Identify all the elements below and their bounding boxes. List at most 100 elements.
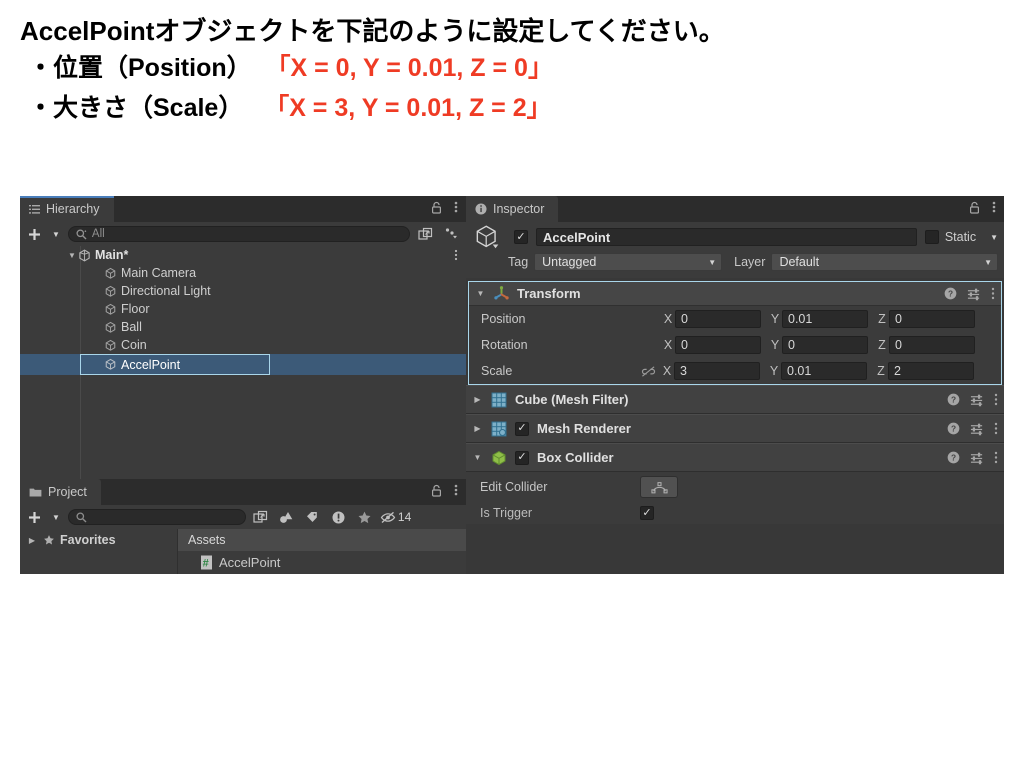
- axis-z-label: Z: [878, 338, 886, 352]
- transform-header[interactable]: ▼ Transform ?: [469, 282, 1001, 306]
- preset-settings-icon[interactable]: [970, 422, 984, 436]
- project-tree[interactable]: ▶ Favorites: [20, 529, 178, 574]
- sort-icon[interactable]: [440, 224, 462, 244]
- axis-x-label: X: [663, 338, 673, 352]
- hierarchy-item-main[interactable]: ▼ Main*: [20, 246, 466, 264]
- scale-x-input[interactable]: 3: [674, 362, 760, 380]
- scale-label: ・大きさ（Scale）: [28, 94, 244, 122]
- project-toolbar: ▼ 14: [20, 505, 466, 529]
- hierarchy-item-coin[interactable]: Coin: [20, 336, 466, 354]
- component-box-collider[interactable]: ▼ ✓ Box Collider ?: [466, 443, 1004, 472]
- hierarchy-item-main-camera[interactable]: Main Camera: [20, 264, 466, 282]
- help-icon[interactable]: ?: [947, 393, 960, 406]
- rotation-y-input[interactable]: 0: [782, 336, 868, 354]
- scale-label: Scale: [481, 364, 513, 378]
- transform-title: Transform: [517, 286, 581, 301]
- assets-breadcrumb[interactable]: Assets: [178, 529, 466, 551]
- hierarchy-item-accelpoint[interactable]: AccelPoint: [20, 354, 466, 375]
- label-filter-icon[interactable]: [302, 507, 324, 527]
- object-enabled-checkbox[interactable]: ✓: [514, 230, 528, 244]
- edit-collider-row: Edit Collider: [466, 472, 1004, 502]
- position-z-input[interactable]: 0: [889, 310, 975, 328]
- favorite-star-icon[interactable]: [354, 507, 376, 527]
- position-x-input[interactable]: 0: [675, 310, 761, 328]
- rotation-z-input[interactable]: 0: [889, 336, 975, 354]
- preset-settings-icon[interactable]: [970, 451, 984, 465]
- static-checkbox[interactable]: [924, 230, 939, 244]
- position-y-input[interactable]: 0.01: [782, 310, 868, 328]
- project-tab-icons: [431, 483, 458, 497]
- hierarchy-search-input[interactable]: All: [67, 226, 410, 242]
- expand-triangle-icon[interactable]: ▶: [26, 536, 38, 545]
- kebab-menu-icon[interactable]: [992, 200, 996, 214]
- tab-project[interactable]: Project: [20, 479, 101, 505]
- project-tabbar: Project: [20, 479, 466, 505]
- gameobject-cube-icon: [104, 267, 117, 280]
- tab-hierarchy[interactable]: Hierarchy: [20, 196, 114, 222]
- inspector-object-header: ✓ AccelPoint Static ▼ Tag Untagged ▼ Lay…: [466, 222, 1004, 278]
- expand-triangle-icon[interactable]: ▼: [475, 289, 486, 298]
- asset-list-item[interactable]: # AccelPoint: [178, 551, 466, 573]
- project-assets[interactable]: Assets # AccelPoint: [178, 529, 466, 574]
- hidden-eye-filter[interactable]: 14: [380, 507, 415, 527]
- hierarchy-item-label: Main*: [95, 248, 129, 262]
- expand-triangle-icon[interactable]: ▼: [66, 251, 78, 260]
- kebab-menu-icon[interactable]: [454, 483, 458, 497]
- expand-triangle-icon[interactable]: ▶: [472, 424, 483, 433]
- kebab-menu-icon[interactable]: [994, 422, 998, 435]
- hierarchy-item-ball[interactable]: Ball: [20, 318, 466, 336]
- kebab-menu-icon[interactable]: [994, 393, 998, 406]
- tag-label: Tag: [508, 255, 529, 269]
- scale-link-toggle-icon[interactable]: [641, 365, 656, 378]
- is-trigger-label: Is Trigger: [480, 506, 533, 520]
- layer-dropdown[interactable]: Default ▼: [771, 253, 998, 271]
- hierarchy-item-floor[interactable]: Floor: [20, 300, 466, 318]
- component-enabled-checkbox[interactable]: ✓: [515, 421, 529, 436]
- expand-triangle-icon[interactable]: ▼: [472, 453, 483, 462]
- object-name-field[interactable]: AccelPoint: [536, 228, 917, 246]
- expand-triangle-icon[interactable]: ▶: [472, 395, 483, 404]
- warning-filter-icon[interactable]: [328, 507, 350, 527]
- project-search-input[interactable]: [67, 509, 246, 525]
- help-icon[interactable]: ?: [947, 422, 960, 435]
- search-icon: [76, 511, 87, 523]
- kebab-menu-icon[interactable]: [454, 249, 458, 261]
- component-enabled-checkbox[interactable]: ✓: [515, 450, 529, 465]
- position-label: ・位置（Position）: [28, 54, 252, 82]
- rotation-x-input[interactable]: 0: [675, 336, 761, 354]
- is-trigger-checkbox[interactable]: ✓: [640, 506, 654, 520]
- chevron-down-icon[interactable]: ▼: [990, 233, 998, 242]
- kebab-menu-icon[interactable]: [991, 287, 995, 300]
- project-tree-label: Favorites: [60, 533, 116, 547]
- hierarchy-list[interactable]: ▼ Main* Main Camera Directional Light Fl…: [20, 246, 466, 479]
- scale-z-input[interactable]: 2: [888, 362, 974, 380]
- type-filter-icon[interactable]: [276, 507, 298, 527]
- save-search-icon[interactable]: [414, 224, 436, 244]
- scale-y-input[interactable]: 0.01: [781, 362, 867, 380]
- preset-settings-icon[interactable]: [970, 393, 984, 407]
- unity-editor-window: Hierarchy ▼ All ▼ Main* Main Camera Dire…: [20, 196, 1004, 574]
- component-mesh-renderer[interactable]: ▶ ✓ Mesh Renderer ?: [466, 414, 1004, 443]
- project-add-button[interactable]: ▼: [24, 511, 64, 524]
- preset-settings-icon[interactable]: [967, 287, 981, 301]
- tag-dropdown[interactable]: Untagged ▼: [534, 253, 723, 271]
- lock-icon[interactable]: [431, 201, 442, 214]
- edit-collider-icon: [650, 480, 668, 494]
- rotation-label: Rotation: [481, 338, 528, 352]
- project-tree-item-favorites[interactable]: ▶ Favorites: [20, 529, 177, 551]
- tab-inspector[interactable]: Inspector: [466, 196, 559, 222]
- kebab-menu-icon[interactable]: [454, 200, 458, 214]
- edit-collider-button[interactable]: [640, 476, 678, 498]
- svg-text:?: ?: [951, 424, 956, 434]
- component-mesh-filter[interactable]: ▶ Cube (Mesh Filter) ?: [466, 385, 1004, 414]
- static-label: Static: [944, 230, 977, 244]
- lock-icon[interactable]: [969, 201, 980, 214]
- hierarchy-add-button[interactable]: ▼: [24, 228, 64, 241]
- save-search-icon[interactable]: [250, 507, 272, 527]
- kebab-menu-icon[interactable]: [994, 451, 998, 464]
- lock-icon[interactable]: [431, 484, 442, 497]
- position-z-value: 0: [895, 312, 902, 326]
- help-icon[interactable]: ?: [947, 451, 960, 464]
- hierarchy-item-directional-light[interactable]: Directional Light: [20, 282, 466, 300]
- help-icon[interactable]: ?: [944, 287, 957, 300]
